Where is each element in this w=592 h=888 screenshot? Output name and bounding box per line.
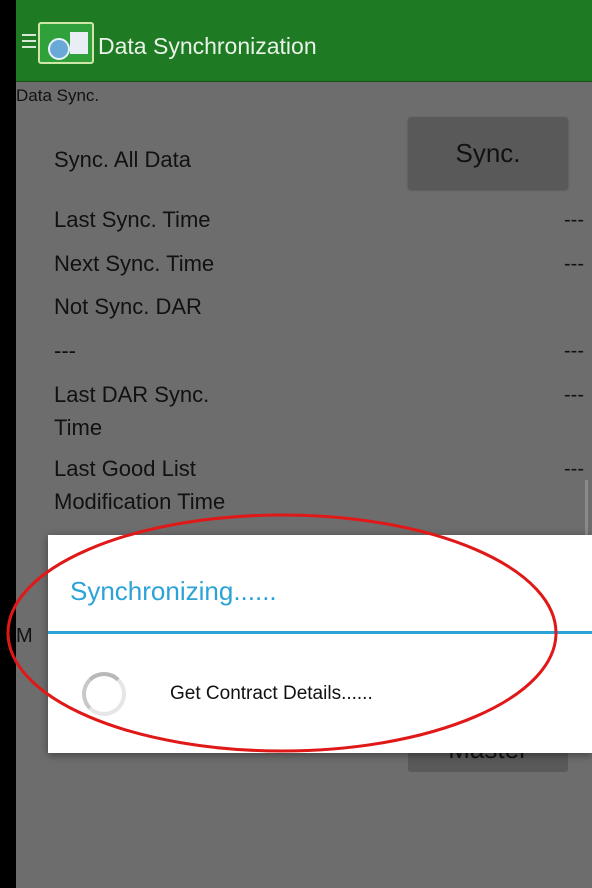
last-dar-sync-time-value: --- (564, 384, 584, 406)
last-good-list-modification-time-label-line2: Modification Time (54, 489, 226, 514)
dialog-divider (48, 631, 592, 634)
not-sync-dar-count-label: --- (54, 338, 76, 363)
last-sync-time-value: --- (564, 209, 584, 231)
last-good-list-modification-time-value: --- (564, 458, 584, 480)
app-bar: Data Synchronization (16, 0, 592, 82)
progress-dialog: Synchronizing...... Get Contract Details… (48, 535, 592, 753)
last-dar-sync-time-label-line1: Last DAR Sync. (54, 382, 210, 407)
app-logo-icon (38, 22, 94, 64)
dialog-title: Synchronizing...... (70, 576, 277, 606)
last-dar-sync-time-label-line2: Time (54, 415, 103, 440)
app-title: Data Synchronization (98, 33, 317, 59)
sync-button[interactable]: Sync. (408, 117, 568, 189)
section-label: Data Sync. (16, 86, 100, 105)
dialog-message: Get Contract Details...... (170, 683, 373, 704)
menu-icon[interactable] (22, 34, 36, 48)
loading-spinner-icon (82, 672, 126, 716)
screen: Data Synchronization Data Sync. Sync. Al… (16, 0, 592, 888)
sync-all-label: Sync. All Data (54, 147, 191, 172)
not-sync-dar-label: Not Sync. DAR (54, 294, 202, 319)
last-sync-time-label: Last Sync. Time (54, 207, 211, 232)
not-sync-dar-count-value: --- (564, 340, 584, 362)
last-good-list-modification-time-label-line1: Last Good List (54, 456, 196, 481)
next-sync-time-value: --- (564, 253, 584, 275)
hidden-row-label: M (16, 625, 33, 647)
next-sync-time-label: Next Sync. Time (54, 251, 215, 276)
